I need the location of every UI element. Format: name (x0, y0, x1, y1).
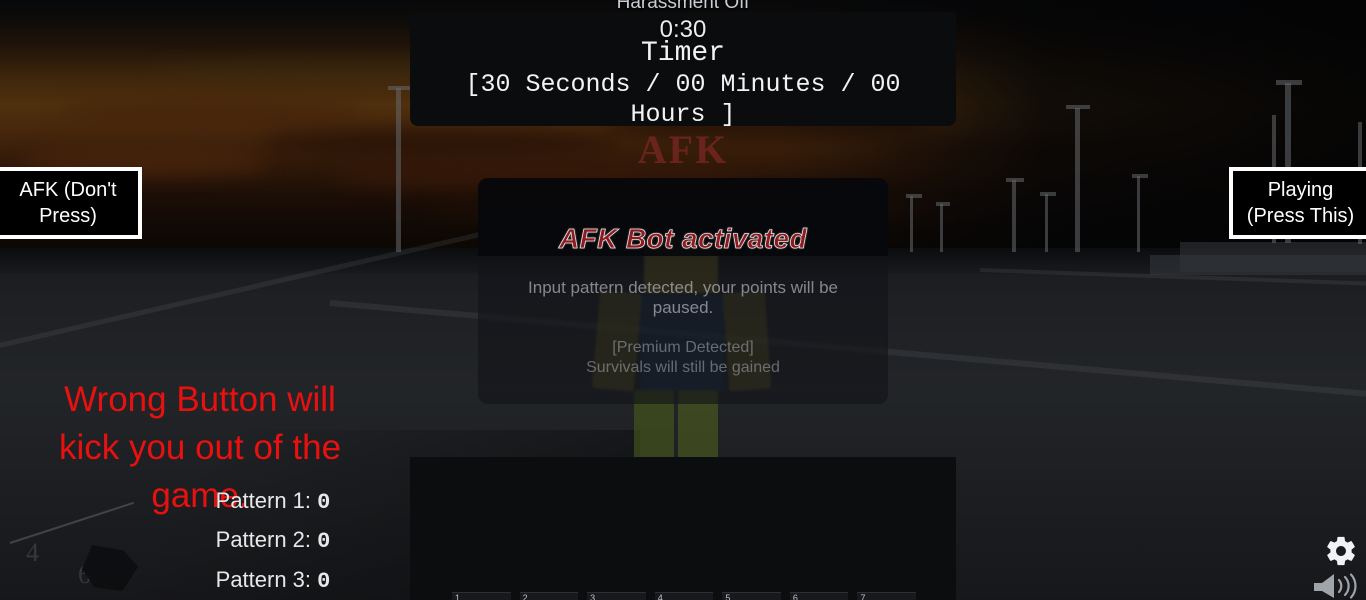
street-lamp-head (936, 202, 950, 206)
pattern-value: 0 (317, 569, 331, 594)
street-lamp-head (388, 86, 410, 90)
street-lamp-head (1040, 192, 1056, 196)
afk-watermark: AFK (637, 127, 729, 172)
pattern-value: 0 (317, 529, 331, 554)
street-lamp-head (1006, 178, 1024, 182)
street-lamp (940, 204, 943, 252)
street-lamp-head (1132, 174, 1148, 178)
street-lamp-head (906, 194, 922, 198)
hotbar-slot[interactable]: 5 (722, 592, 781, 600)
countdown-clock: 0:30 (659, 16, 707, 43)
pattern-value: 0 (317, 490, 331, 515)
playing-press-this-button[interactable]: Playing (Press This) (1229, 167, 1366, 239)
speaker-volume-icon[interactable] (1312, 572, 1360, 600)
hotbar-slot[interactable]: 3 (587, 592, 646, 600)
hotbar-slot[interactable]: 7 (857, 592, 917, 600)
cloud (60, 96, 360, 130)
gear-icon[interactable] (1324, 534, 1358, 568)
pattern-row: Pattern 3: 0 (0, 567, 546, 594)
street-lamp (910, 196, 913, 252)
street-lamp (1012, 180, 1016, 252)
hotbar-slot-number: 1 (455, 593, 461, 600)
hotbar-slot-number: 3 (590, 593, 596, 600)
pattern-label: Pattern 2: (215, 527, 312, 552)
street-lamp-head (1066, 105, 1090, 109)
hotbar-slot[interactable]: 4 (654, 592, 714, 600)
afk-panel-subtext: [Premium Detected] Survivals will still … (586, 339, 780, 376)
street-lamp (1045, 194, 1048, 252)
playing-button-label: Playing (Press This) (1233, 171, 1366, 235)
pattern-label: Pattern 1: (215, 488, 312, 513)
street-lamp (1137, 176, 1140, 252)
pattern-label: Pattern 3: (215, 567, 312, 592)
hotbar-slot[interactable]: 2 (519, 592, 579, 600)
afk-button-label: AFK (Don't Press) (0, 171, 138, 235)
hotbar-slot-number: 4 (657, 593, 663, 600)
street-lamp-head (1276, 80, 1302, 85)
afk-panel-title: AFK Bot activated (559, 223, 807, 255)
afk-panel-body-text: Input pattern detected, your points will… (528, 278, 838, 317)
hotbar[interactable]: 1 2 3 4 5 6 7 (452, 592, 917, 600)
hotbar-slot-number: 6 (792, 593, 798, 600)
game-screen: 4 6 Harassment Off Timer [30 Seconds / 0… (0, 0, 1366, 600)
hotbar-slot[interactable]: 6 (789, 592, 849, 600)
afk-dont-press-button[interactable]: AFK (Don't Press) (0, 167, 142, 239)
pattern-row: Pattern 1: 0 (0, 488, 546, 515)
hotbar-slot-number: 5 (725, 593, 731, 600)
timer-detail: [30 Seconds / 00 Minutes / 00 Hours ] (465, 70, 901, 129)
hotbar-slot-number: 7 (860, 593, 866, 600)
hotbar-slot-number: 2 (522, 593, 528, 600)
afk-bot-panel: AFK Bot activated Input pattern detected… (478, 178, 888, 404)
distant-building (1150, 255, 1366, 275)
pattern-row: Pattern 2: 0 (0, 527, 546, 554)
hotbar-slot[interactable]: 1 (452, 592, 511, 600)
